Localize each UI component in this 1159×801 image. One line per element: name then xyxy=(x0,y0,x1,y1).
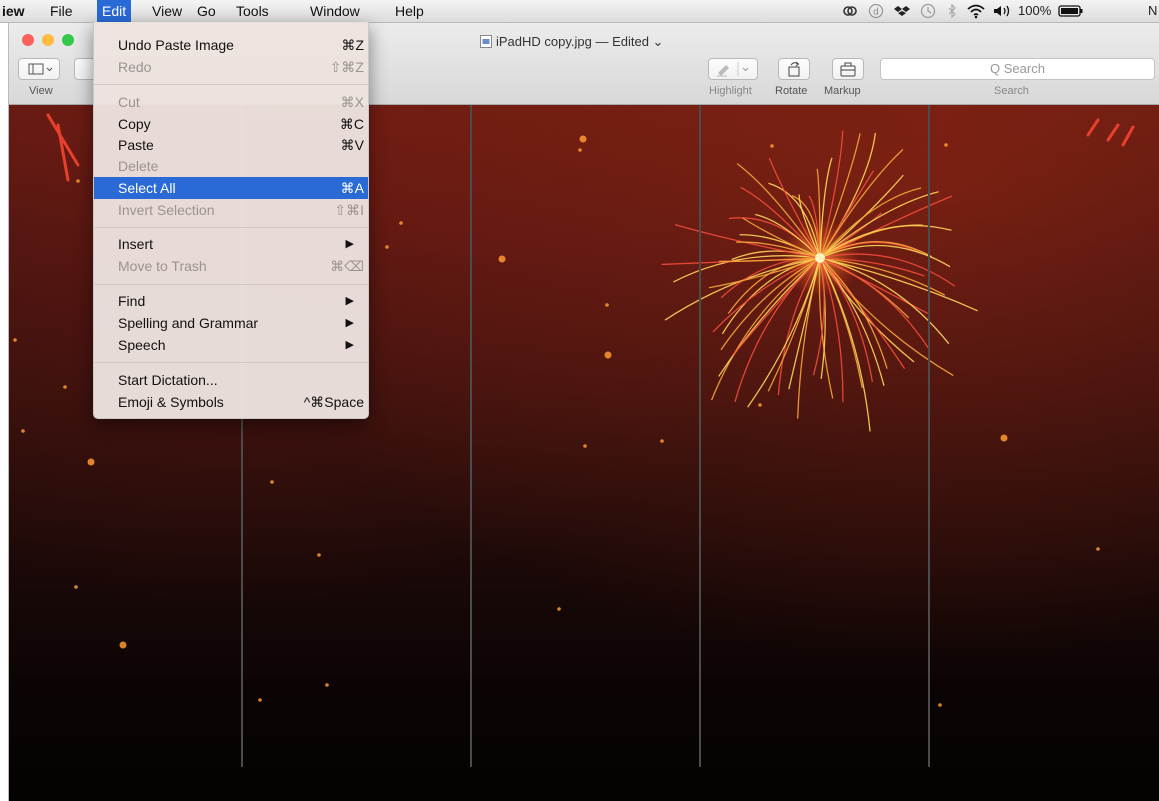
menu-item-label: Paste xyxy=(118,137,154,153)
markup-label: Markup xyxy=(824,85,861,97)
view-button[interactable] xyxy=(18,58,60,80)
creative-cloud-icon[interactable] xyxy=(842,3,858,19)
menu-item-redo[interactable]: Redo ⇧⌘Z xyxy=(94,56,368,78)
shortcut-label: ⇧⌘I xyxy=(334,202,364,218)
menu-item-label: Delete xyxy=(118,158,159,174)
menu-separator xyxy=(94,362,368,363)
divider-line xyxy=(928,105,930,767)
menu-item-select-all[interactable]: Select All ⌘A xyxy=(94,177,368,199)
menu-item-delete[interactable]: Delete xyxy=(94,155,368,177)
zoom-button[interactable] xyxy=(62,34,74,46)
image-file-icon xyxy=(480,35,492,48)
sidebar-icon xyxy=(28,63,53,75)
menu-item-label: Spelling and Grammar xyxy=(118,315,259,331)
menu-item-label: Emoji & Symbols xyxy=(118,394,224,410)
menu-separator xyxy=(94,84,368,85)
menu-item-label: Move to Trash xyxy=(118,258,207,274)
shortcut-label: ⌘⌫ xyxy=(330,258,364,274)
rotate-button[interactable] xyxy=(778,58,810,80)
menu-edit[interactable]: Edit xyxy=(97,0,132,22)
time-machine-icon[interactable] xyxy=(920,3,936,19)
dropbox-icon[interactable] xyxy=(894,3,910,19)
menu-separator xyxy=(94,284,368,285)
battery-percent: 100% xyxy=(1018,3,1052,18)
menu-item-undo[interactable]: Undo Paste Image ⌘Z xyxy=(94,34,368,56)
submenu-arrow-icon: ▶ xyxy=(345,317,354,329)
submenu-arrow-icon: ▶ xyxy=(345,339,354,351)
menu-file[interactable]: File xyxy=(50,3,73,20)
menu-separator xyxy=(94,227,368,228)
rotate-icon xyxy=(788,61,800,77)
menu-item-label: Undo Paste Image xyxy=(118,37,234,53)
menu-item-start-dictation[interactable]: Start Dictation... xyxy=(94,369,368,391)
window-title[interactable]: iPadHD copy.jpg — Edited ⌄ xyxy=(480,34,663,50)
menu-item-label: Select All xyxy=(118,180,176,196)
menu-item-invert-selection[interactable]: Invert Selection ⇧⌘I xyxy=(94,199,368,221)
dashlane-icon[interactable]: d xyxy=(868,3,884,19)
toolbox-icon xyxy=(840,62,856,77)
menu-trailing: N xyxy=(1148,3,1158,18)
menu-view[interactable]: View xyxy=(152,3,182,20)
zoom-button-partial[interactable] xyxy=(74,58,94,80)
menu-help[interactable]: Help xyxy=(395,3,424,20)
menu-item-label: Start Dictation... xyxy=(118,372,218,388)
shortcut-label: ⌘X xyxy=(340,94,364,110)
background-window-edge xyxy=(0,22,9,801)
edit-menu-dropdown: Undo Paste Image ⌘Z Redo ⇧⌘Z Cut ⌘X Copy ⌘C … xyxy=(93,22,369,419)
minimize-button[interactable] xyxy=(42,34,54,46)
menu-item-cut[interactable]: Cut ⌘X xyxy=(94,91,368,113)
menu-item-label: Redo xyxy=(118,59,152,75)
highlight-label: Highlight xyxy=(709,85,752,97)
menu-app-name[interactable]: iew xyxy=(2,3,25,20)
menu-item-label: Invert Selection xyxy=(118,202,215,218)
shortcut-label: ^⌘Space xyxy=(303,394,364,410)
battery-icon[interactable] xyxy=(1058,3,1084,19)
shortcut-label: ⇧⌘Z xyxy=(329,59,364,75)
menu-item-label: Copy xyxy=(118,116,151,132)
window-title-text: iPadHD copy.jpg — Edited ⌄ xyxy=(496,34,664,49)
highlighter-icon xyxy=(717,62,749,77)
menu-go[interactable]: Go xyxy=(197,3,216,20)
divider-line xyxy=(470,105,472,767)
search-label: Search xyxy=(994,85,1029,97)
menu-item-label: Find xyxy=(118,293,146,309)
divider-line xyxy=(699,105,701,767)
menu-window[interactable]: Window xyxy=(310,3,360,20)
menu-item-paste[interactable]: Paste ⌘V xyxy=(94,134,368,156)
menu-item-spelling-and-grammar[interactable]: Spelling and Grammar ▶ xyxy=(94,312,368,334)
menu-item-label: Insert xyxy=(118,236,154,252)
menu-item-label: Speech xyxy=(118,337,166,353)
volume-icon[interactable] xyxy=(992,3,1014,19)
view-label: View xyxy=(29,85,53,97)
submenu-arrow-icon: ▶ xyxy=(345,238,354,250)
menu-bar: iew File Edit View Go Tools Window Help … xyxy=(0,0,1159,23)
menu-item-find[interactable]: Find ▶ xyxy=(94,290,368,312)
menu-item-insert[interactable]: Insert ▶ xyxy=(94,233,368,255)
bluetooth-icon[interactable] xyxy=(944,3,960,19)
menu-item-move-to-trash[interactable]: Move to Trash ⌘⌫ xyxy=(94,255,368,277)
submenu-arrow-icon: ▶ xyxy=(345,295,354,307)
close-button[interactable] xyxy=(22,34,34,46)
search-input[interactable]: Q Search xyxy=(880,58,1155,80)
menu-item-copy[interactable]: Copy ⌘C xyxy=(94,113,368,135)
menu-tools[interactable]: Tools xyxy=(236,3,269,20)
menu-item-emoji-symbols[interactable]: Emoji & Symbols ^⌘Space xyxy=(94,391,368,413)
svg-text:d: d xyxy=(873,8,879,18)
shortcut-label: ⌘Z xyxy=(341,37,364,53)
shortcut-label: ⌘V xyxy=(340,137,364,153)
menu-item-label: Cut xyxy=(118,94,140,110)
shortcut-label: ⌘A xyxy=(340,180,364,196)
rotate-label: Rotate xyxy=(775,85,808,97)
highlight-button[interactable] xyxy=(708,58,758,80)
shortcut-label: ⌘C xyxy=(339,116,364,132)
wifi-icon[interactable] xyxy=(966,3,986,19)
markup-button[interactable] xyxy=(832,58,864,80)
menu-item-speech[interactable]: Speech ▶ xyxy=(94,334,368,356)
